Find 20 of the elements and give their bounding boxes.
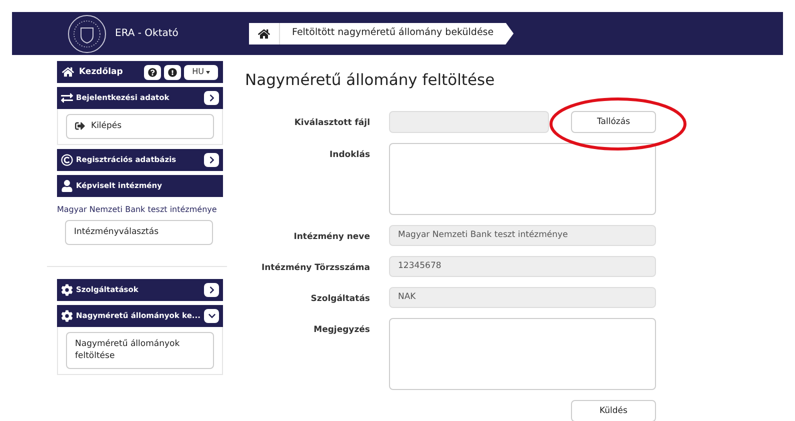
send-button[interactable]: Küldés	[571, 400, 656, 421]
sidebar-link-button[interactable]: Intézményválasztás	[65, 220, 213, 244]
field-label: Intézmény neve	[292, 231, 370, 244]
readonly-field: NAK	[389, 287, 656, 308]
field-label: Intézmény Törzsszáma	[260, 262, 370, 275]
readonly-field: 12345678	[389, 256, 656, 278]
institution-name: Magyar Nemzeti Bank teszt intézménye	[57, 204, 218, 216]
field-label: Szolgáltatás	[310, 293, 370, 306]
home-link[interactable]: Kezdőlap	[79, 66, 144, 78]
sidebar-link-button[interactable]: Kilépés	[66, 114, 214, 139]
sidebar-link-button[interactable]: Nagyméretű állományok feltöltése	[66, 332, 214, 369]
field-label: Megjegyzés	[312, 324, 370, 337]
browse-button[interactable]: Tallózás	[571, 111, 656, 134]
app-title: ERA - Oktató	[115, 27, 180, 41]
breadcrumb-item[interactable]: Feltöltött nagyméretű állomány beküldése	[292, 26, 502, 41]
page-title: Nagyméretű állomány feltöltése	[245, 70, 496, 91]
language-dropdown[interactable]: HU	[184, 64, 218, 80]
field-label: Indoklás	[328, 149, 370, 162]
field-label: Kiválasztott fájl	[293, 117, 370, 130]
readonly-field: Magyar Nemzeti Bank teszt intézménye	[389, 225, 656, 246]
